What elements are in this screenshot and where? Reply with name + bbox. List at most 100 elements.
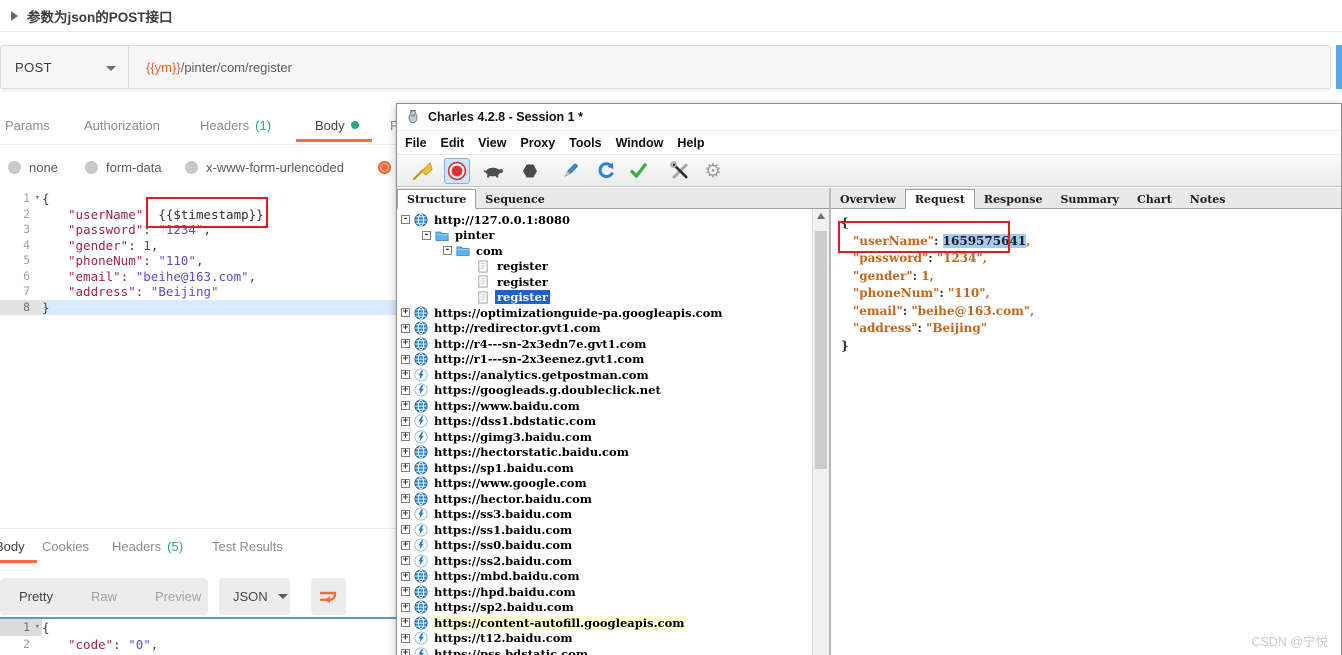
tree-node[interactable]: + https://pss.bdstatic.com [397, 646, 812, 655]
radio-icon[interactable] [378, 160, 391, 174]
tree-node-label[interactable]: https://ss2.baidu.com [432, 554, 574, 568]
tree-node-label[interactable]: http://redirector.gvt1.com [432, 321, 603, 335]
tab-authorization[interactable]: Authorization [84, 108, 160, 142]
expand-icon[interactable]: + [401, 354, 410, 364]
tree-node[interactable]: + https://analytics.getpostman.com [397, 367, 812, 383]
tree-node[interactable]: - com [397, 243, 812, 259]
record-icon[interactable] [444, 158, 470, 184]
detail-tab-notes[interactable]: Notes [1181, 190, 1235, 208]
tree-node-label[interactable]: https://t12.baidu.com [432, 631, 575, 645]
expand-icon[interactable]: + [401, 308, 410, 318]
tree-node-label[interactable]: http://r4---sn-2x3edn7e.gvt1.com [432, 337, 648, 351]
radio-icon[interactable] [85, 160, 98, 174]
response-tab-test-results[interactable]: Test Results [212, 529, 283, 563]
tree-node-label[interactable]: https://www.baidu.com [432, 399, 582, 413]
view-tab-pretty[interactable]: Pretty [0, 589, 72, 604]
tree-node-label[interactable]: https://hpd.baidu.com [432, 585, 578, 599]
tree-node[interactable]: + http://redirector.gvt1.com [397, 321, 812, 337]
detail-tab-chart[interactable]: Chart [1128, 190, 1181, 208]
tree-node[interactable]: + https://gimg3.baidu.com [397, 429, 812, 445]
tree-node[interactable]: + https://ss1.baidu.com [397, 522, 812, 538]
expand-icon[interactable]: + [401, 370, 410, 380]
view-tab-preview[interactable]: Preview [136, 589, 220, 604]
tree-node[interactable]: + https://content-autofill.googleapis.com [397, 615, 812, 631]
expand-icon[interactable]: + [401, 525, 410, 535]
tree-node-label[interactable]: http://127.0.0.1:8080 [432, 213, 572, 227]
body-mode-none[interactable]: none [8, 145, 58, 189]
tree-node-label[interactable]: https://optimizationguide-pa.googleapis.… [432, 306, 724, 320]
method-select[interactable]: POST [15, 46, 52, 88]
send-button[interactable] [1336, 45, 1342, 89]
tree-node[interactable]: - pinter [397, 228, 812, 244]
collapse-icon[interactable]: - [401, 215, 410, 225]
tree-node[interactable]: + https://sp1.baidu.com [397, 460, 812, 476]
tree-node[interactable]: + http://r1---sn-2x3eenez.gvt1.com [397, 352, 812, 368]
tree-node[interactable]: - http://127.0.0.1:8080 [397, 212, 812, 228]
menu-file[interactable]: File [405, 136, 427, 150]
detail-tab-overview[interactable]: Overview [831, 190, 905, 208]
expand-icon[interactable]: + [401, 416, 410, 426]
detail-tab-response[interactable]: Response [975, 190, 1052, 208]
collapse-icon[interactable]: - [443, 246, 452, 256]
tree-tab-structure[interactable]: Structure [397, 189, 477, 209]
url-input[interactable]: {{ym}}/pinter/com/register [146, 46, 292, 88]
tree-node[interactable]: + https://ss2.baidu.com [397, 553, 812, 569]
scroll-up-icon[interactable] [817, 213, 825, 219]
tree-node[interactable]: + https://hpd.baidu.com [397, 584, 812, 600]
chevron-down-icon[interactable] [106, 66, 116, 71]
expand-icon[interactable]: + [401, 540, 410, 550]
broom-icon[interactable] [409, 158, 435, 184]
expand-icon[interactable]: + [401, 587, 410, 597]
tree-node-label[interactable]: com [474, 244, 505, 258]
tree-node-label[interactable]: https://www.google.com [432, 476, 589, 490]
menu-view[interactable]: View [478, 136, 506, 150]
expand-icon[interactable]: + [401, 618, 410, 628]
collapse-icon[interactable]: - [422, 230, 431, 240]
tree-node-label[interactable]: https://hectorstatic.baidu.com [432, 445, 631, 459]
tree-node-label[interactable]: https://gimg3.baidu.com [432, 430, 594, 444]
expand-icon[interactable]: + [401, 509, 410, 519]
tab-params[interactable]: Params [5, 108, 50, 142]
expand-icon[interactable]: + [401, 401, 410, 411]
tree-node-label[interactable]: http://r1---sn-2x3eenez.gvt1.com [432, 352, 646, 366]
scrollbar-thumb[interactable] [815, 231, 827, 469]
expand-icon[interactable]: + [401, 478, 410, 488]
stop-icon[interactable] [517, 158, 543, 184]
menu-help[interactable]: Help [677, 136, 704, 150]
expand-icon[interactable]: + [401, 323, 410, 333]
tree-node[interactable]: + https://hector.baidu.com [397, 491, 812, 507]
tab-body[interactable]: Body [315, 108, 359, 142]
tree-tab-sequence[interactable]: Sequence [476, 190, 553, 208]
tree-node[interactable]: +register [397, 290, 812, 306]
menu-edit[interactable]: Edit [441, 136, 465, 150]
format-select[interactable]: JSON [219, 578, 290, 615]
host-tree[interactable]: -http://127.0.0.1:8080-pinter-com+regist… [397, 209, 812, 655]
expand-icon[interactable]: + [401, 633, 410, 643]
tree-node-label[interactable]: https://sp2.baidu.com [432, 600, 576, 614]
menu-tools[interactable]: Tools [569, 136, 601, 150]
tree-node[interactable]: + https://www.baidu.com [397, 398, 812, 414]
tree-node-label[interactable]: https://sp1.baidu.com [432, 461, 576, 475]
menu-proxy[interactable]: Proxy [520, 136, 555, 150]
gear-icon[interactable]: ⚙ [700, 158, 726, 184]
tab-headers[interactable]: Headers (1) [200, 108, 271, 142]
body-mode-form-data[interactable]: form-data [85, 145, 162, 189]
tree-node[interactable]: + https://hectorstatic.baidu.com [397, 445, 812, 461]
tree-node-label[interactable]: https://mbd.baidu.com [432, 569, 582, 583]
expand-icon[interactable]: + [401, 649, 410, 655]
expand-icon[interactable]: + [401, 494, 410, 504]
expand-icon[interactable]: + [401, 447, 410, 457]
tree-scrollbar[interactable] [812, 209, 829, 655]
pen-icon[interactable] [557, 158, 583, 184]
detail-tab-request[interactable]: Request [904, 189, 975, 209]
tree-node[interactable]: + https://ss3.baidu.com [397, 507, 812, 523]
tree-node[interactable]: +register [397, 259, 812, 275]
tree-node-label[interactable]: https://hector.baidu.com [432, 492, 594, 506]
tree-node-label[interactable]: pinter [453, 228, 496, 242]
tree-node-label[interactable]: https://dss1.bdstatic.com [432, 414, 598, 428]
tools-icon[interactable] [667, 158, 693, 184]
tree-node-label[interactable]: https://googleads.g.doubleclick.net [432, 383, 663, 397]
tree-node-label[interactable]: https://content-autofill.googleapis.com [432, 615, 687, 630]
charles-titlebar[interactable]: Charles 4.2.8 - Session 1 * [397, 104, 1341, 131]
expand-icon[interactable]: + [401, 571, 410, 581]
